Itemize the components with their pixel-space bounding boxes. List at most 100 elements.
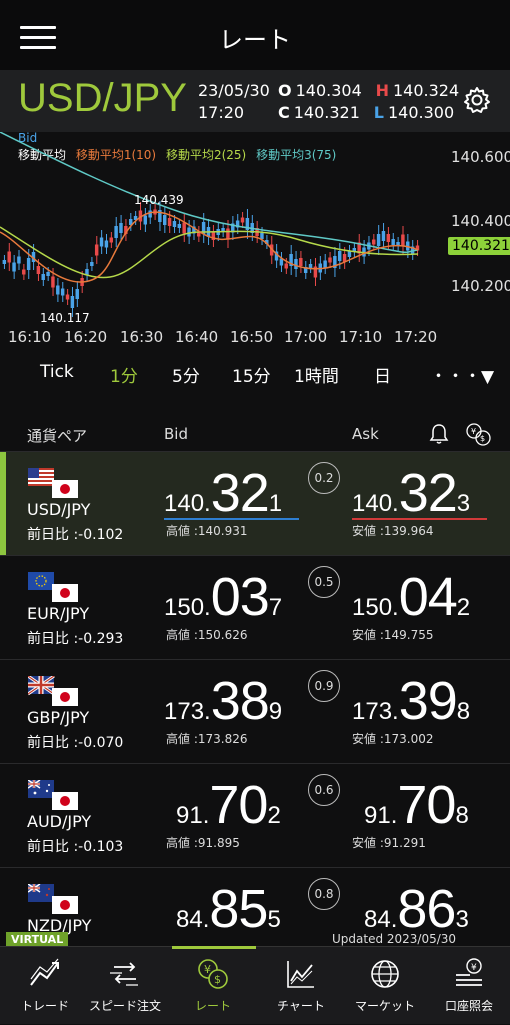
candle-body [299, 258, 303, 266]
x-tick: 17:00 [284, 328, 328, 346]
eu-flag-icon [28, 572, 54, 590]
candle-body [323, 260, 327, 268]
daily-change: 前日比 :-0.070 [27, 735, 124, 751]
candle-body [36, 266, 41, 274]
bid-price-major: 91. [176, 802, 210, 829]
current-price-tag: 140.321 [448, 237, 510, 255]
spread-badge: 0.6 [308, 774, 340, 806]
ask-price-pips: 39 [398, 671, 458, 731]
ask-price-pips: 32 [398, 463, 458, 523]
tab-label: チャート [277, 999, 325, 1013]
pair-name[interactable]: USD/JPY [18, 76, 187, 121]
svg-text:$: $ [480, 434, 485, 443]
rate-row[interactable]: GBP/JPY 前日比 :-0.070 173.389 高値 :173.826 … [0, 659, 510, 763]
ask-price[interactable]: 84.863 [364, 878, 469, 940]
tab-speed-order[interactable]: スピード注文 [80, 947, 170, 1025]
ohlc-panel: 23/05/30 O 140.304 H 140.324 17:20 C 140… [198, 80, 459, 124]
y-tick: 140.200 [451, 277, 510, 295]
rate-row[interactable]: EUR/JPY 前日比 :-0.293 150.037 高値 :150.626 … [0, 555, 510, 659]
candle-body [94, 244, 99, 256]
price-chart[interactable]: 140.439 140.117 [0, 132, 510, 350]
tf-15min[interactable]: 15分 [232, 362, 271, 387]
bid-price-fraction: 7 [268, 594, 283, 621]
ask-underline [352, 518, 487, 520]
ask-price[interactable]: 173.398 [352, 670, 470, 732]
ask-price[interactable]: 140.323 [352, 462, 470, 524]
tab-trade[interactable]: トレード [0, 947, 90, 1025]
candle-body [17, 256, 21, 264]
top-bar: レート [0, 0, 510, 70]
bid-price[interactable]: 84.855 [176, 878, 281, 940]
candle-body [347, 251, 352, 257]
ask-price-pips: 04 [398, 567, 458, 627]
bottom-tab-bar: トレード スピード注文 ¥ $ レート チャート マーケット ¥ 口座照会 [0, 946, 510, 1024]
tf-5min[interactable]: 5分 [172, 362, 200, 387]
spread-badge: 0.9 [308, 670, 340, 702]
bid-price-fraction: 5 [267, 906, 281, 933]
rate-row[interactable]: USD/JPY 前日比 :-0.102 140.321 高値 :140.931 … [0, 451, 510, 555]
ask-price[interactable]: 150.042 [352, 566, 470, 628]
high-value: 140.324 [393, 81, 460, 100]
timeframe-selector: Tick 1分 5分 15分 1時間 日 ・・・▼ [0, 352, 510, 392]
candle-body [284, 263, 288, 269]
candle-body [26, 258, 31, 270]
low-label: L [373, 103, 384, 122]
ask-price-major: 140. [352, 490, 399, 517]
bid-price[interactable]: 173.389 [164, 670, 282, 732]
daily-change: 前日比 :-0.103 [27, 839, 124, 855]
bid-price-major: 150. [164, 594, 211, 621]
bell-icon[interactable] [428, 423, 450, 445]
bid-price[interactable]: 140.321 [164, 462, 282, 524]
low-value: 140.300 [387, 103, 455, 122]
low-annotation: 140.117 [40, 311, 90, 325]
tab-rate[interactable]: ¥ $ レート [168, 947, 258, 1025]
close-value: 140.321 [293, 103, 360, 122]
svg-text:¥: ¥ [471, 427, 476, 436]
tf-1hour[interactable]: 1時間 [294, 362, 339, 387]
tf-1min[interactable]: 1分 [110, 362, 138, 387]
candle-body [226, 228, 230, 240]
candle-body [12, 262, 16, 272]
tf-day[interactable]: 日 [374, 362, 391, 387]
ask-price[interactable]: 91.708 [364, 774, 469, 836]
bid-price[interactable]: 150.037 [164, 566, 282, 628]
jp-flag-icon [52, 480, 78, 498]
x-tick: 16:40 [175, 328, 219, 346]
candle-body [187, 227, 191, 237]
tab-chart[interactable]: チャート [256, 947, 346, 1025]
gear-icon[interactable] [462, 85, 492, 115]
gb-flag-icon [28, 676, 55, 696]
tab-market[interactable]: マーケット [340, 947, 430, 1025]
currency-flags [28, 676, 78, 706]
ask-price-pips: 86 [397, 879, 456, 939]
candle-body [2, 260, 7, 264]
y-tick: 140.400 [451, 212, 510, 230]
candle-body [119, 223, 123, 233]
tf-more-dropdown[interactable]: ・・・▼ [430, 362, 494, 387]
bid-price[interactable]: 91.702 [176, 774, 281, 836]
x-tick: 16:30 [120, 328, 164, 346]
bid-high: 高値 :173.826 [166, 732, 248, 746]
tab-label: トレード [20, 999, 69, 1013]
au-flag-icon [28, 780, 54, 798]
tab-account[interactable]: ¥ 口座照会 [424, 947, 510, 1025]
ask-price-major: 150. [352, 594, 399, 621]
currency-flags [28, 572, 78, 602]
tab-label: スピード注文 [88, 999, 161, 1013]
candle-body [162, 215, 167, 225]
rate-row[interactable]: AUD/JPY 前日比 :-0.103 91.702 高値 :91.895 0.… [0, 763, 510, 867]
tf-tick[interactable]: Tick [40, 362, 74, 382]
candle-body [371, 239, 376, 245]
candle-body [104, 240, 109, 248]
ask-price-major: 84. [364, 906, 398, 933]
svg-text:¥: ¥ [471, 963, 477, 973]
bid-price-major: 140. [164, 490, 211, 517]
daily-change: 前日比 :-0.293 [27, 631, 124, 647]
swap-points-icon[interactable]: ¥ $ [464, 421, 492, 447]
spread-badge: 0.5 [308, 566, 340, 598]
open-value: 140.304 [295, 81, 362, 100]
bid-high: 高値 :140.931 [166, 524, 248, 538]
candle-body [182, 222, 186, 234]
daily-change: 前日比 :-0.102 [27, 527, 124, 543]
candle-body [7, 251, 11, 263]
